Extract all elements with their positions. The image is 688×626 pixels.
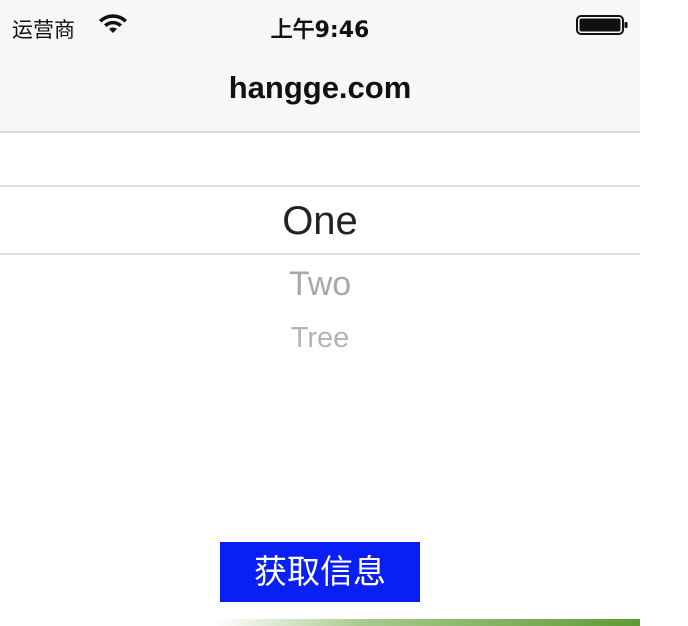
bottom-decoration-strip	[215, 619, 640, 626]
app-screen: 运营商 上午9:46 hangge.com One Two Tree 获取信息	[0, 0, 640, 626]
picker-option-tree[interactable]: Tree	[0, 322, 640, 355]
top-bar: 运营商 上午9:46 hangge.com	[0, 0, 640, 133]
picker-selection-top-line	[0, 185, 640, 187]
nav-title: hangge.com	[228, 70, 412, 105]
option-picker[interactable]: One Two Tree	[0, 135, 640, 395]
right-margin	[640, 0, 688, 626]
get-info-button[interactable]: 获取信息	[220, 542, 420, 602]
battery-icon	[576, 15, 628, 35]
status-time: 上午9:46	[270, 18, 370, 43]
picker-option-two[interactable]: Two	[0, 265, 640, 304]
picker-option-one[interactable]: One	[0, 199, 640, 244]
picker-selection-bottom-line	[0, 253, 640, 255]
